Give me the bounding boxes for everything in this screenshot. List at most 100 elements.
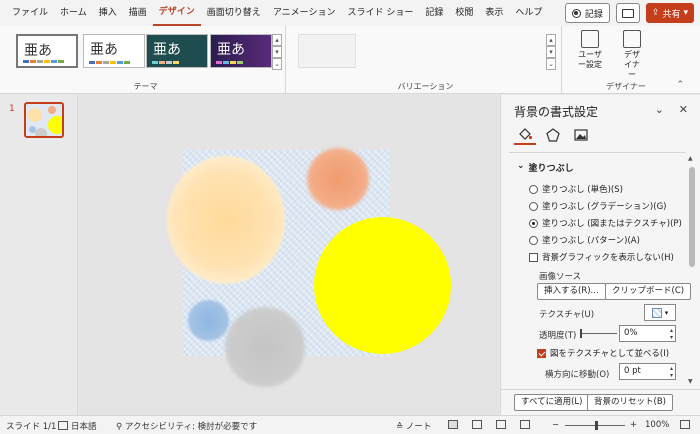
language-label: 日本語 [71, 422, 97, 432]
variation-scroll-down-icon[interactable]: ▾ [546, 46, 556, 58]
option-hide-graphics[interactable]: 背景グラフィックを表示しない(H) [529, 251, 674, 263]
reading-view-icon[interactable] [496, 420, 509, 431]
yellow-circle[interactable] [314, 217, 451, 354]
menu-review[interactable]: 校閲 [449, 0, 479, 26]
reset-background-button[interactable]: 背景のリセット(B) [587, 394, 673, 411]
menu-transitions[interactable]: 画面切り替え [201, 0, 267, 26]
texture-picker[interactable]: ▾ [644, 304, 676, 321]
scroll-down-icon[interactable]: ▼ [688, 378, 693, 385]
designer-button[interactable]: デザイナー [612, 28, 652, 79]
designer-group: ユーザー設定 デザイナー デザイナー ⌃ [566, 26, 690, 94]
cream-circle[interactable] [167, 156, 285, 284]
theme-glyph: 亜あ [90, 42, 118, 58]
comments-button[interactable] [615, 3, 640, 23]
zoom-level[interactable]: 100% [645, 420, 669, 430]
variation-group-label: バリエーション [397, 82, 454, 91]
gray-circle[interactable] [225, 307, 305, 387]
pentagon-icon [546, 128, 560, 142]
fill-tab[interactable] [514, 125, 536, 145]
variation-more-icon[interactable]: ⌄ [546, 58, 556, 70]
radio-pattern[interactable] [529, 235, 538, 245]
menu-draw[interactable]: 描画 [123, 0, 153, 26]
menu-insert[interactable]: 挿入 [93, 0, 123, 26]
designer-label: デザイナー [624, 50, 640, 79]
theme-glyph: 亜あ [153, 42, 181, 58]
fit-to-window-icon[interactable] [680, 420, 693, 431]
chevron-down-icon: ⌄ [517, 161, 525, 171]
transparency-input[interactable]: 0% ▴ ▾ [619, 325, 676, 342]
slide-sorter-icon[interactable] [472, 420, 485, 431]
menu-home[interactable]: ホーム [54, 0, 93, 26]
transparency-slider[interactable] [580, 329, 617, 338]
close-icon[interactable]: ✕ [679, 103, 688, 116]
option-gradient-fill[interactable]: 塗りつぶし (グラデーション)(G) [529, 200, 666, 212]
thumb-circle [48, 116, 62, 134]
menu-help[interactable]: ヘルプ [509, 0, 548, 26]
variation-scroll-up-icon[interactable]: ▴ [546, 34, 556, 46]
blue-circle[interactable] [188, 300, 229, 341]
zoom-out-icon[interactable]: − [552, 420, 559, 430]
checkbox-tile[interactable] [537, 348, 546, 358]
pane-options-icon[interactable]: ⌄ [655, 103, 664, 116]
zoom-slider-knob[interactable] [595, 421, 598, 430]
theme-teal[interactable]: 亜あ [146, 34, 208, 68]
zoom-in-icon[interactable]: + [630, 420, 637, 430]
option-tile-texture[interactable]: 図をテクスチャとして並べる(I) [537, 347, 669, 359]
option-solid-fill[interactable]: 塗りつぶし (単色)(S) [529, 183, 623, 195]
thumb-circle [28, 108, 42, 122]
menu-slideshow[interactable]: スライド ショー [341, 0, 419, 26]
clipboard-button[interactable]: クリップボード(C) [605, 283, 692, 300]
offset-x-input[interactable]: 0 pt ▴ ▾ [619, 363, 676, 380]
slideshow-view-icon[interactable] [520, 420, 533, 431]
record-label: 記録 [584, 9, 603, 20]
notes-button[interactable]: ≙ ノート [396, 420, 431, 432]
picture-tab[interactable] [570, 125, 592, 145]
apply-to-all-button[interactable]: すべてに適用(L) [514, 394, 590, 411]
scroll-thumb[interactable] [689, 167, 695, 267]
user-settings-button[interactable]: ユーザー設定 [570, 28, 610, 78]
spinner-icon[interactable]: ▴ ▾ [670, 365, 673, 379]
variation-group: ▴ ▾ ⌄ バリエーション [290, 26, 562, 94]
theme-more-icon[interactable]: ⌄ [272, 58, 282, 70]
record-button[interactable]: 記録 [564, 3, 610, 23]
normal-view-icon[interactable] [448, 420, 461, 431]
theme-office-2[interactable]: 亜あ [83, 34, 145, 68]
fill-bucket-icon [519, 128, 533, 140]
menu-design[interactable]: デザイン [152, 0, 201, 26]
slide-thumbnail[interactable] [24, 102, 64, 138]
scroll-up-icon[interactable]: ▲ [688, 155, 693, 162]
effects-tab[interactable] [542, 125, 564, 145]
option-picture-fill[interactable]: 塗りつぶし (図またはテクスチャ)(P) [529, 217, 682, 229]
menu-view[interactable]: 表示 [479, 0, 509, 26]
theme-office[interactable]: 亜あ [16, 34, 78, 68]
collapse-ribbon-icon[interactable]: ⌃ [676, 80, 684, 90]
ribbon: 亜あ 亜あ 亜あ 亜あ ▴ ▾ ⌄ テーマ ▴ ▾ ⌄ バリエーション ユーザー… [0, 26, 700, 94]
menu-file[interactable]: ファイル [6, 0, 54, 26]
variation-thumb[interactable] [298, 34, 356, 68]
radio-solid[interactable] [529, 184, 538, 194]
pane-footer: すべてに適用(L) 背景のリセット(B) [501, 389, 700, 415]
slide-size-icon [581, 30, 599, 48]
language-status[interactable]: 日本語 [58, 420, 97, 432]
accessibility-status[interactable]: ⚲ アクセシビリティ: 検討が必要です [116, 420, 257, 432]
checkbox-hide-graphics[interactable] [529, 252, 538, 262]
theme-purple[interactable]: 亜あ [210, 34, 272, 68]
insert-picture-button[interactable]: 挿入する(R)... [537, 283, 606, 300]
orange-circle[interactable] [307, 148, 369, 210]
theme-scroll-up-icon[interactable]: ▴ [272, 34, 282, 46]
radio-picture[interactable] [529, 218, 538, 228]
theme-scroll-down-icon[interactable]: ▾ [272, 46, 282, 58]
pane-title: 背景の書式設定 [514, 105, 599, 119]
option-pattern-fill[interactable]: 塗りつぶし (パターン)(A) [529, 234, 640, 246]
share-button[interactable]: ⇪ 共有 ▾ [645, 3, 694, 23]
slide-count: スライド 1/1 [6, 422, 57, 432]
pane-tabs [514, 125, 592, 145]
proofing-icon [58, 421, 68, 430]
fill-section-header[interactable]: ⌄ 塗りつぶし [517, 161, 574, 174]
radio-gradient[interactable] [529, 201, 538, 211]
pane-scrollbar[interactable]: ▲ ▼ [688, 155, 696, 385]
menu-animations[interactable]: アニメーション [267, 0, 342, 26]
menu-record[interactable]: 記録 [419, 0, 449, 26]
spinner-icon[interactable]: ▴ ▾ [670, 327, 673, 341]
accessibility-icon: ⚲ [116, 422, 123, 432]
